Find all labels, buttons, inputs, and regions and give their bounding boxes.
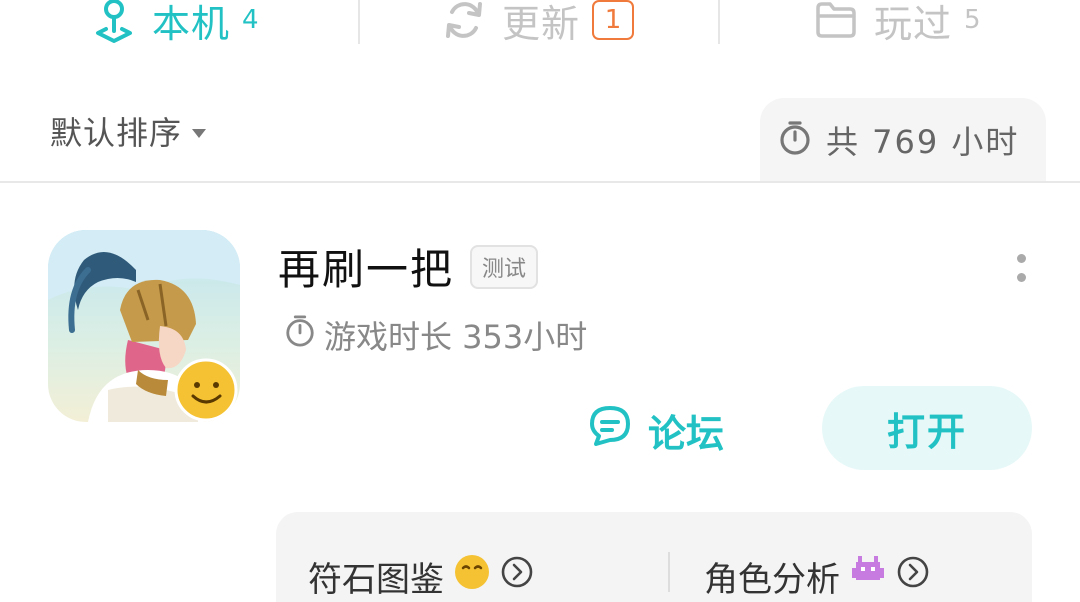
refresh-icon xyxy=(438,0,490,46)
game-title-row: 再刷一把 测试 xyxy=(278,236,539,297)
divider xyxy=(0,181,1080,183)
smile-emoji-icon xyxy=(452,552,492,601)
tab-local-label: 本机 xyxy=(152,1,231,46)
tab-divider xyxy=(358,0,360,44)
game-extras-panel: 符石图鉴 角色分析 xyxy=(276,512,1032,602)
game-playtime-label: 游戏时长 353小时 xyxy=(324,318,588,356)
tab-played-label: 玩过 xyxy=(874,1,953,46)
rune-catalog-label: 符石图鉴 xyxy=(308,560,444,600)
tab-played[interactable]: 玩过 5 xyxy=(810,0,981,48)
sort-label: 默认排序 xyxy=(50,114,183,152)
tab-update-label: 更新 xyxy=(502,1,581,46)
tab-bar: 本机 4 更新 1 玩过 5 xyxy=(0,0,1080,52)
tab-local-count: 4 xyxy=(242,5,259,35)
space-invader-icon xyxy=(848,552,888,601)
folder-icon xyxy=(810,0,862,46)
chat-bubble-icon xyxy=(586,402,634,459)
tab-update[interactable]: 更新 1 xyxy=(438,0,635,48)
stopwatch-icon xyxy=(778,120,812,160)
game-playtime: 游戏时长 353小时 xyxy=(284,312,587,358)
caret-down-icon xyxy=(192,128,207,138)
dot-icon xyxy=(1016,254,1026,263)
character-analysis-label: 角色分析 xyxy=(704,560,840,600)
dot-icon xyxy=(1016,273,1026,282)
total-playtime-chip: 共 769 小时 xyxy=(760,98,1046,182)
rune-catalog-link[interactable]: 符石图鉴 xyxy=(308,552,534,601)
update-count-badge: 1 xyxy=(592,0,635,40)
total-playtime-label: 共 769 小时 xyxy=(826,123,1020,161)
stopwatch-icon xyxy=(284,314,316,356)
game-title[interactable]: 再刷一把 xyxy=(278,236,454,297)
open-game-button[interactable]: 打开 xyxy=(822,386,1032,470)
chevron-right-icon xyxy=(500,555,534,598)
sort-dropdown[interactable]: 默认排序 xyxy=(50,108,207,154)
game-icon[interactable] xyxy=(48,230,240,422)
more-options-button[interactable] xyxy=(1006,246,1036,290)
location-pin-icon xyxy=(88,0,140,46)
tab-local[interactable]: 本机 4 xyxy=(88,0,259,48)
chevron-right-icon xyxy=(896,555,930,598)
forum-button[interactable]: 论坛 xyxy=(586,402,724,459)
tab-divider xyxy=(718,0,720,44)
tab-played-count: 5 xyxy=(964,5,981,35)
test-tag: 测试 xyxy=(470,244,539,289)
forum-button-label: 论坛 xyxy=(648,412,725,456)
panel-divider xyxy=(668,552,670,592)
character-analysis-link[interactable]: 角色分析 xyxy=(704,552,930,601)
